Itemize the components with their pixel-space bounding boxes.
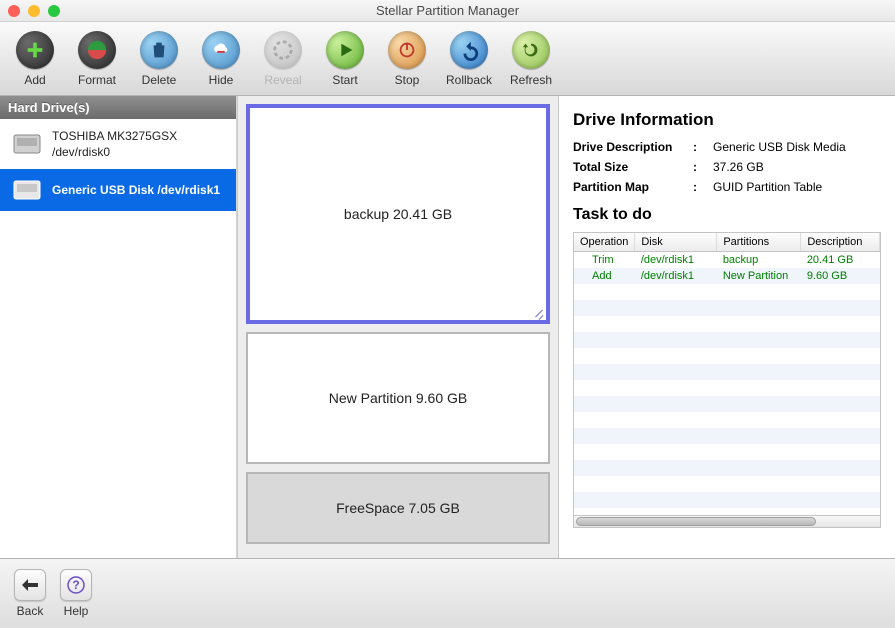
footer: Back ? Help bbox=[0, 558, 895, 628]
refresh-icon bbox=[520, 39, 542, 61]
window-title: Stellar Partition Manager bbox=[0, 3, 895, 18]
reveal-button: Reveal bbox=[254, 31, 312, 87]
rollback-button[interactable]: Rollback bbox=[440, 31, 498, 87]
maximize-window-button[interactable] bbox=[48, 5, 60, 17]
info-row: Total Size: 37.26 GB bbox=[573, 160, 881, 174]
partition-label: backup 20.41 GB bbox=[344, 206, 452, 222]
sidebar-item-disk0[interactable]: TOSHIBA MK3275GSX /dev/rdisk0 bbox=[0, 119, 236, 169]
partition-new[interactable]: New Partition 9.60 GB bbox=[246, 332, 550, 464]
trash-icon bbox=[148, 39, 170, 61]
disk-path: /dev/rdisk0 bbox=[52, 145, 177, 159]
back-button[interactable]: Back bbox=[14, 569, 46, 618]
reveal-icon bbox=[272, 39, 294, 61]
info-panel: Drive Information Drive Description: Gen… bbox=[559, 96, 895, 558]
partition-map: backup 20.41 GB New Partition 9.60 GB Fr… bbox=[237, 96, 559, 558]
plus-icon bbox=[24, 39, 46, 61]
format-icon bbox=[86, 39, 108, 61]
disk-icon bbox=[12, 133, 42, 155]
col-partitions[interactable]: Partitions bbox=[717, 233, 801, 252]
start-button[interactable]: Start bbox=[316, 31, 374, 87]
play-icon bbox=[334, 39, 356, 61]
col-operation[interactable]: Operation bbox=[574, 233, 635, 252]
cloud-hide-icon bbox=[210, 39, 232, 61]
horizontal-scrollbar[interactable] bbox=[574, 515, 880, 527]
format-button[interactable]: Format bbox=[68, 31, 126, 87]
info-heading: Drive Information bbox=[573, 110, 881, 130]
disk-name: Generic USB Disk /dev/rdisk1 bbox=[52, 183, 220, 197]
delete-button[interactable]: Delete bbox=[130, 31, 188, 87]
stop-button[interactable]: Stop bbox=[378, 31, 436, 87]
disk-icon bbox=[12, 179, 42, 201]
resize-handle-icon[interactable] bbox=[531, 305, 545, 319]
svg-text:?: ? bbox=[72, 578, 79, 592]
main-area: Hard Drive(s) TOSHIBA MK3275GSX /dev/rdi… bbox=[0, 96, 895, 558]
info-row: Partition Map: GUID Partition Table bbox=[573, 180, 881, 194]
refresh-button[interactable]: Refresh bbox=[502, 31, 560, 87]
titlebar: Stellar Partition Manager bbox=[0, 0, 895, 22]
partition-freespace[interactable]: FreeSpace 7.05 GB bbox=[246, 472, 550, 544]
scrollbar-thumb[interactable] bbox=[576, 517, 816, 526]
partition-label: FreeSpace 7.05 GB bbox=[336, 500, 460, 516]
help-icon: ? bbox=[60, 569, 92, 601]
task-table: Operation Disk Partitions Description Tr… bbox=[574, 233, 880, 508]
sidebar: Hard Drive(s) TOSHIBA MK3275GSX /dev/rdi… bbox=[0, 96, 237, 558]
back-icon bbox=[14, 569, 46, 601]
help-button[interactable]: ? Help bbox=[60, 569, 92, 618]
close-window-button[interactable] bbox=[8, 5, 20, 17]
col-disk[interactable]: Disk bbox=[635, 233, 717, 252]
sidebar-item-disk1[interactable]: Generic USB Disk /dev/rdisk1 bbox=[0, 169, 236, 211]
task-row[interactable]: Trim/dev/rdisk1backup20.41 GB bbox=[574, 252, 880, 269]
col-description[interactable]: Description bbox=[801, 233, 880, 252]
sidebar-header: Hard Drive(s) bbox=[0, 96, 236, 119]
minimize-window-button[interactable] bbox=[28, 5, 40, 17]
disk-name: TOSHIBA MK3275GSX bbox=[52, 129, 177, 143]
hide-button[interactable]: Hide bbox=[192, 31, 250, 87]
task-table-wrap: Operation Disk Partitions Description Tr… bbox=[573, 232, 881, 528]
partition-label: New Partition 9.60 GB bbox=[329, 390, 468, 406]
task-row[interactable]: Add/dev/rdisk1New Partition9.60 GB bbox=[574, 268, 880, 284]
info-row: Drive Description: Generic USB Disk Medi… bbox=[573, 140, 881, 154]
rollback-icon bbox=[458, 39, 480, 61]
partition-backup[interactable]: backup 20.41 GB bbox=[246, 104, 550, 324]
add-button[interactable]: Add bbox=[6, 31, 64, 87]
task-heading: Task to do bbox=[573, 206, 881, 224]
toolbar: Add Format Delete Hide Reveal Start Stop… bbox=[0, 22, 895, 96]
power-icon bbox=[396, 39, 418, 61]
